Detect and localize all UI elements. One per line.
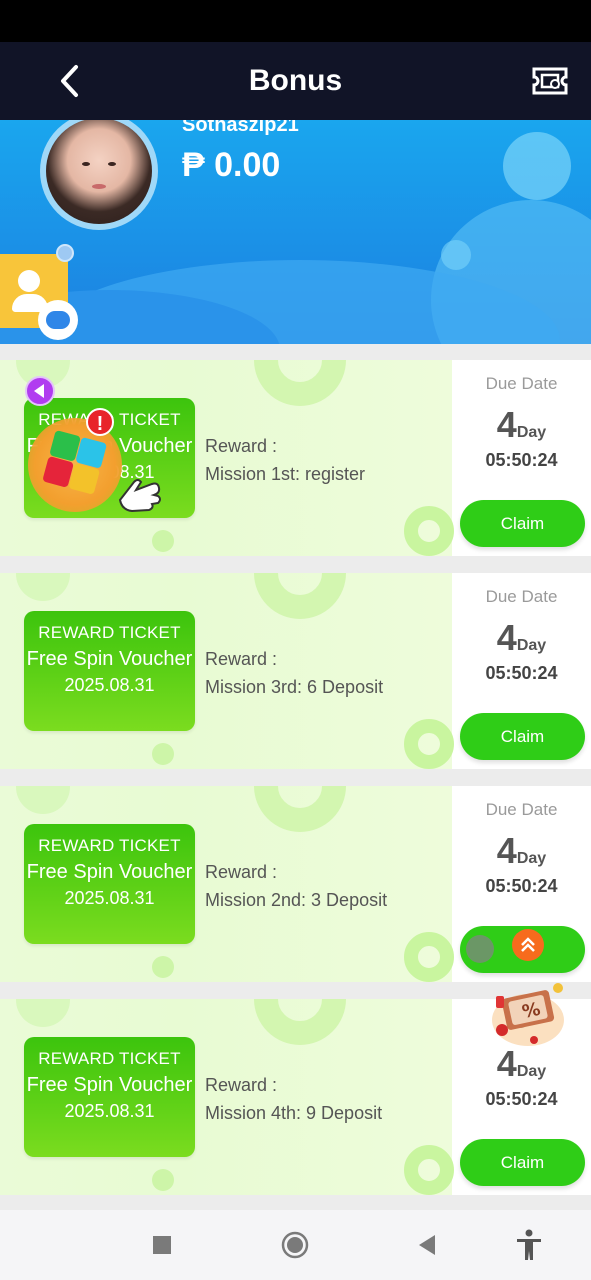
recent-apps-button[interactable]: [146, 1210, 178, 1280]
ticket-name: Free Spin Voucher: [26, 861, 193, 883]
days-unit: Day: [516, 637, 547, 654]
back-triangle-icon: [419, 1235, 435, 1255]
reward-mission: Mission 2nd: 3 Deposit: [205, 890, 388, 910]
lucky-spin-float-button[interactable]: !: [28, 408, 161, 513]
chat-bubble-icon: [38, 300, 78, 340]
scroll-top-button[interactable]: [512, 929, 544, 961]
status-bar: [0, 0, 591, 42]
triangle-left-icon: [33, 384, 44, 398]
top-app-bar: Bonus: [0, 42, 591, 120]
reward-ticket: REWARD TICKET Free Spin Voucher 2025.08.…: [24, 1037, 195, 1157]
ticket-title: REWARD TICKET: [38, 836, 181, 855]
time-remaining: 05:50:24: [485, 876, 558, 896]
accessibility-icon: [517, 1229, 541, 1260]
ticket-name: Free Spin Voucher: [26, 648, 193, 670]
ticket-title: REWARD TICKET: [38, 1049, 181, 1068]
ticket-name: Free Spin Voucher: [26, 1074, 193, 1096]
ticket-history-button[interactable]: [531, 66, 569, 96]
home-circle-icon: [281, 1231, 309, 1259]
ticket-date: 2025.08.31: [64, 888, 155, 908]
days-unit: Day: [516, 1063, 547, 1080]
system-back-button[interactable]: [412, 1210, 442, 1280]
reward-mission: Mission 1st: register: [205, 464, 366, 484]
floating-collapse-button[interactable]: [25, 376, 55, 406]
reward-label: Reward :: [205, 862, 278, 882]
reward-mission: Mission 4th: 9 Deposit: [205, 1103, 383, 1123]
reward-label: Reward :: [205, 436, 278, 456]
notification-dot: [56, 244, 74, 262]
due-date-label: Due Date: [485, 374, 558, 393]
days-unit: Day: [516, 424, 547, 441]
close-float-button[interactable]: [466, 935, 494, 963]
time-remaining: 05:50:24: [485, 450, 558, 470]
ticket-title: REWARD TICKET: [38, 623, 181, 642]
due-date-label: Due Date: [485, 800, 558, 819]
reward-card: REWARD TICKET Free Spin Voucher 2025.08.…: [0, 786, 591, 982]
ticket-icon: [532, 67, 568, 95]
due-date-label: Due Date: [485, 587, 558, 606]
balance: ₱ 0.00: [182, 146, 281, 184]
dice-cube-icon: [42, 429, 108, 496]
time-remaining: 05:50:24: [485, 663, 558, 683]
reward-card: REWARD TICKET Free Spin Voucher 2025.08.…: [0, 573, 591, 769]
reward-ticket: REWARD TICKET Free Spin Voucher 2025.08.…: [24, 611, 195, 731]
double-chevron-up-icon: [521, 937, 535, 952]
accessibility-button[interactable]: [512, 1210, 546, 1280]
ticket-date: 2025.08.31: [64, 1101, 155, 1121]
decor-bubble: [503, 132, 571, 200]
time-remaining: 05:50:24: [485, 1089, 558, 1109]
person-icon: [18, 270, 40, 292]
reward-ticket: REWARD TICKET Free Spin Voucher 2025.08.…: [24, 824, 195, 944]
pointing-hand-icon: [118, 479, 161, 513]
avatar[interactable]: [40, 120, 158, 230]
reward-mission: Mission 3rd: 6 Deposit: [205, 677, 384, 697]
promo-gift-icon[interactable]: %: [488, 980, 570, 1050]
days-unit: Day: [516, 850, 547, 867]
days-remaining: 4: [496, 617, 517, 658]
days-remaining: 4: [496, 830, 517, 871]
claim-button[interactable]: Claim: [460, 500, 585, 547]
ticket-date: 2025.08.31: [64, 675, 155, 695]
reward-label: Reward :: [205, 1075, 278, 1095]
system-navigation-bar: [0, 1210, 591, 1280]
alert-icon: !: [86, 408, 114, 436]
claim-button[interactable]: Claim: [460, 1139, 585, 1186]
decor-bubble: [441, 240, 471, 270]
avatar-photo: [46, 120, 152, 224]
customer-support-button[interactable]: [0, 244, 78, 340]
stop-square-icon: [153, 1236, 171, 1254]
page-title: Bonus: [248, 64, 343, 97]
username: Sothaszip21: [182, 120, 299, 136]
days-remaining: 4: [496, 404, 517, 445]
home-button[interactable]: [278, 1210, 312, 1280]
reward-label: Reward :: [205, 649, 278, 669]
profile-banner: Sothaszip21 ₱ 0.00: [0, 120, 591, 344]
claim-button[interactable]: Claim: [460, 713, 585, 760]
